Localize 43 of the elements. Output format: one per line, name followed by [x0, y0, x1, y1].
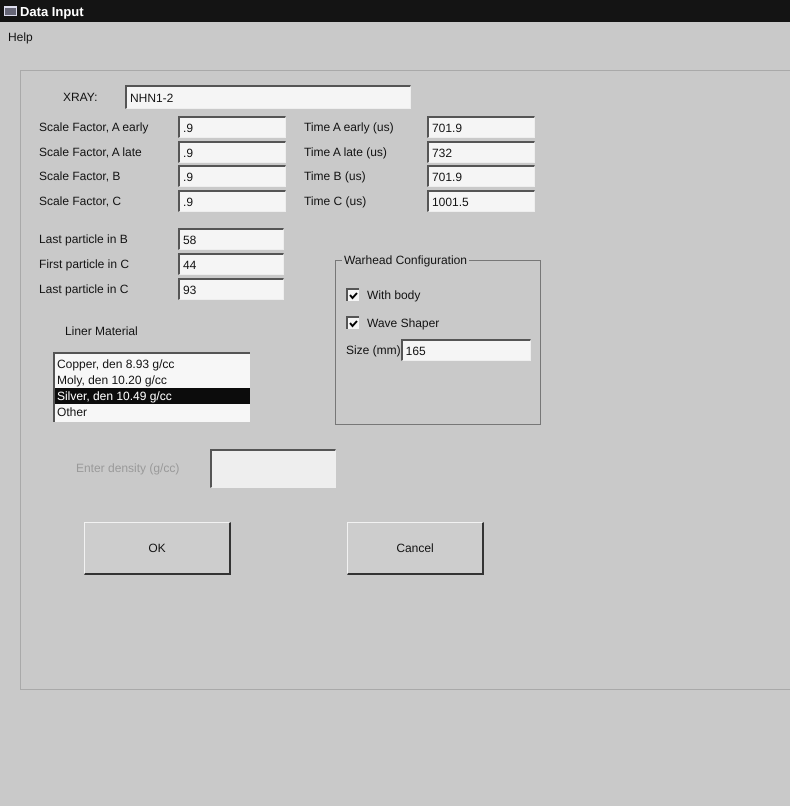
field-label: Time A late (us): [304, 144, 388, 158]
list-item[interactable]: Moly, den 10.20 g/cc: [55, 372, 250, 388]
field-label: Time B (us): [304, 169, 367, 183]
button[interactable]: OK: [84, 522, 231, 574]
input-field[interactable]: 93: [178, 278, 284, 300]
checkbox[interactable]: [346, 316, 359, 329]
menu-item[interactable]: Help: [8, 30, 33, 44]
window-icon: [4, 5, 18, 17]
field-label: Last particle in B: [39, 232, 129, 246]
checkbox-label: With body: [367, 288, 420, 302]
field-label: Scale Factor, B: [39, 169, 122, 183]
input-field[interactable]: .9: [178, 140, 286, 162]
checkbox-label: Wave Shaper: [367, 316, 440, 330]
field-label: Scale Factor, A late: [39, 144, 143, 158]
input-field[interactable]: 701.9: [427, 165, 535, 187]
field-label: Time A early (us): [304, 120, 395, 134]
list-item[interactable]: Silver, den 10.49 g/cc: [55, 388, 250, 404]
input-field[interactable]: 165: [400, 338, 531, 360]
field-label: Scale Factor, C: [39, 194, 122, 208]
input-field[interactable]: 701.9: [427, 116, 535, 138]
input-field[interactable]: .9: [178, 165, 286, 187]
window-title: Data Input: [20, 4, 84, 18]
input-field[interactable]: 58: [178, 228, 284, 250]
list-item[interactable]: Other: [55, 404, 250, 420]
input-field[interactable]: .9: [178, 116, 286, 138]
list-label: Liner Material: [65, 324, 138, 338]
field-label: Size (mm): [346, 342, 401, 356]
input-field[interactable]: NHN1-2: [125, 85, 411, 109]
field-label: Time C (us): [304, 194, 368, 208]
field-label: XRAY:: [63, 90, 98, 104]
list-box[interactable]: Copper, den 8.93 g/cc Moly, den 10.20 g/cc Silver, den 10.49 g/cc Other: [53, 352, 250, 422]
field-label: First particle in C: [39, 257, 130, 271]
input-field[interactable]: [210, 448, 336, 488]
checkbox[interactable]: [346, 288, 359, 301]
field-label: Last particle in C: [39, 282, 130, 296]
field-label: Scale Factor, A early: [39, 120, 150, 134]
list-item[interactable]: Copper, den 8.93 g/cc: [55, 356, 250, 372]
input-field[interactable]: 44: [178, 253, 284, 275]
input-field[interactable]: 732: [427, 140, 535, 162]
group-title: Warhead Configuration: [342, 252, 469, 266]
button[interactable]: Cancel: [347, 522, 484, 574]
input-field[interactable]: .9: [178, 190, 286, 212]
input-field[interactable]: 1001.5: [427, 190, 535, 212]
